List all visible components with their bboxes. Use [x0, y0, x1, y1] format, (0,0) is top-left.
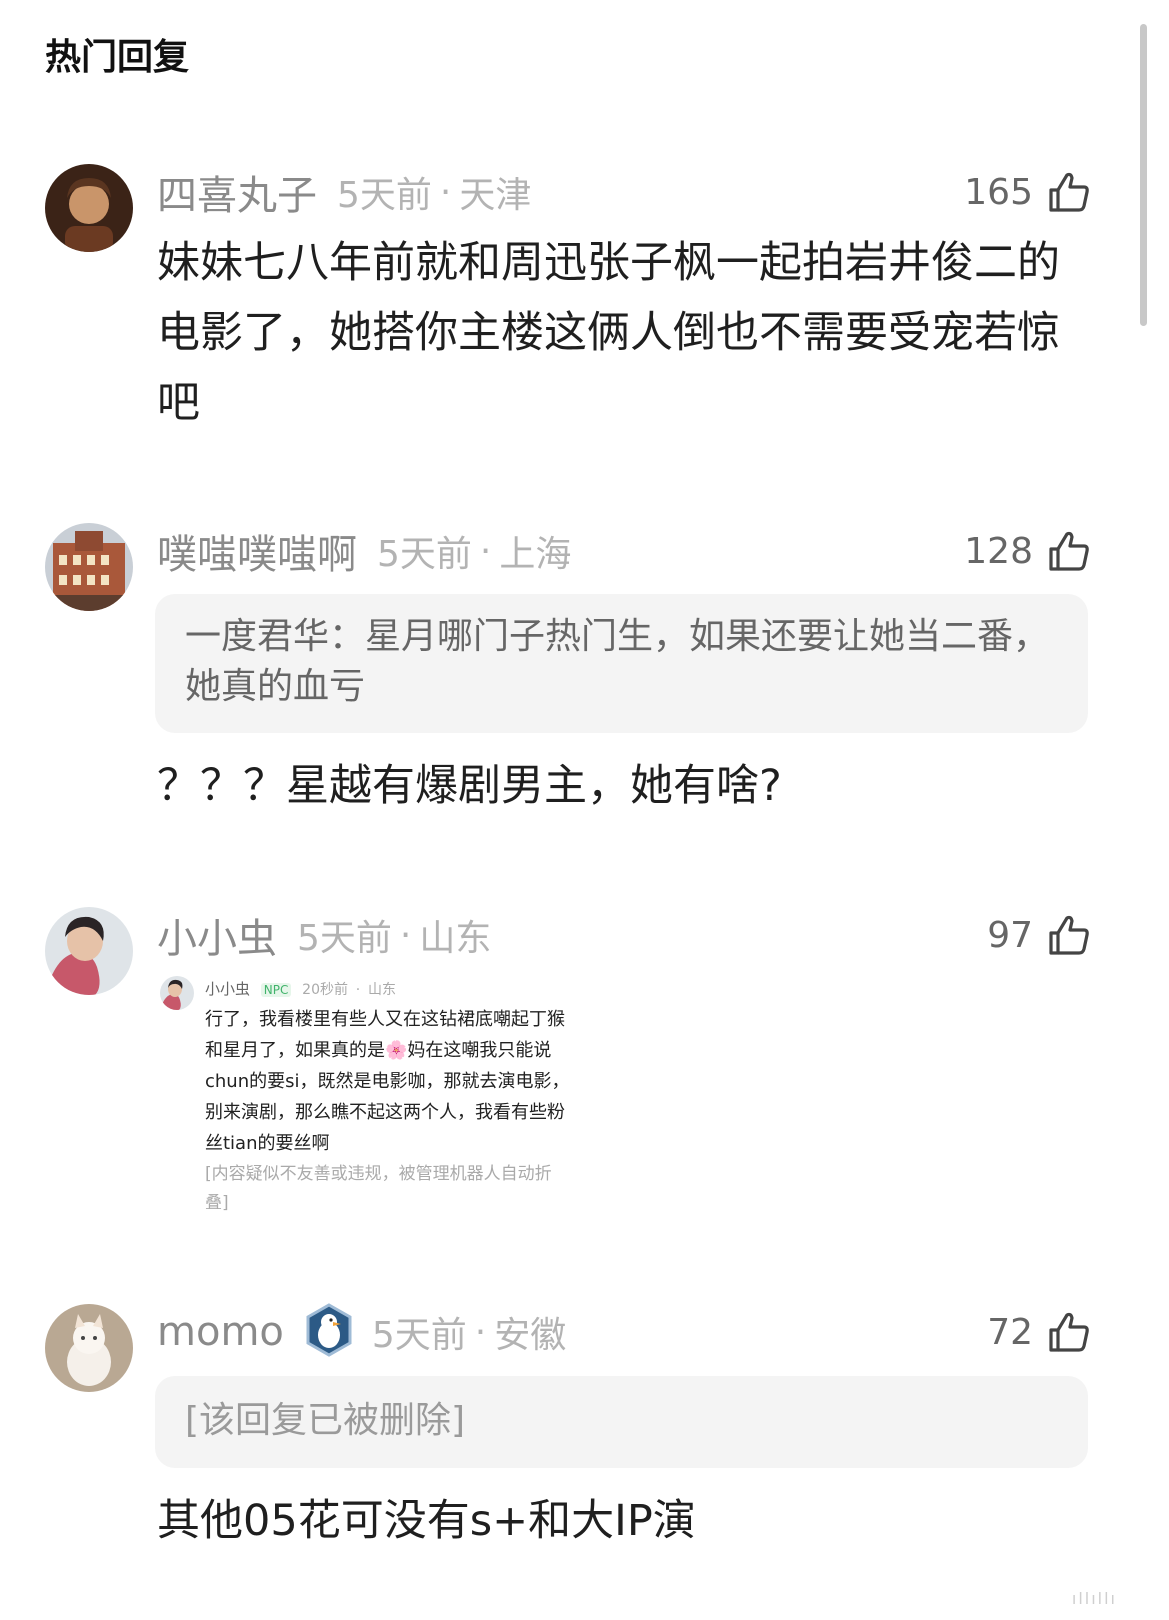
meta-separator: · — [439, 171, 452, 213]
avatar[interactable] — [45, 1304, 133, 1392]
comment-location: 山东 — [419, 918, 492, 959]
username[interactable]: 四喜丸子 — [157, 163, 317, 221]
meta-separator: · — [399, 914, 412, 956]
thumbs-up-icon — [1049, 915, 1089, 955]
comment-time: 5天前 — [377, 534, 472, 575]
npc-tag: NPC — [260, 983, 292, 997]
like-count: 97 — [987, 914, 1033, 956]
like-button[interactable]: 128 — [964, 523, 1091, 579]
thumbs-up-icon — [1049, 172, 1089, 212]
thumbs-up-icon — [1049, 1312, 1089, 1352]
penguin-badge-icon — [304, 1303, 354, 1361]
quoted-reply[interactable]: 一度君华：星月哪门子热门生，如果还要让她当二番，她真的血亏 — [155, 594, 1088, 733]
comment-body: ？？？星越有爆剧男主，她有啥? — [157, 761, 782, 811]
like-count: 165 — [964, 171, 1033, 213]
section-title: 热门回复 — [45, 37, 190, 78]
comment-location: 上海 — [499, 534, 572, 575]
folded-notice: [内容疑似不友善或违规，被管理机器人自动折叠] — [205, 1164, 552, 1213]
avatar[interactable] — [45, 907, 133, 995]
username[interactable]: momo — [157, 1309, 284, 1355]
avatar[interactable] — [45, 523, 133, 611]
like-button[interactable]: 72 — [987, 1304, 1091, 1360]
comment-location: 安徽 — [494, 1315, 567, 1356]
like-button[interactable]: 165 — [964, 164, 1091, 220]
comment-body: 其他05花可没有s+和大IP演 — [157, 1496, 696, 1546]
embedded-avatar — [160, 976, 194, 1010]
username[interactable]: 小小虫 — [157, 906, 277, 964]
embedded-screenshot[interactable]: 小小虫 NPC 20秒前 · 山东 行了，我看楼里有些人又在这钻裙底嘲起丁猴和星… — [160, 976, 580, 1216]
meta-separator: · — [479, 530, 492, 572]
like-button[interactable]: 97 — [987, 907, 1091, 963]
meta-separator: · — [474, 1311, 487, 1353]
deleted-reply-quote: [该回复已被删除] — [155, 1376, 1088, 1468]
thumbs-up-icon — [1049, 531, 1089, 571]
embedded-location: 山东 — [368, 982, 397, 998]
embedded-separator: · — [355, 982, 361, 998]
comment-body: 妹妹七八年前就和周迅张子枫一起拍岩井俊二的电影了，她搭你主楼这俩人倒也不需要受宠… — [157, 238, 1060, 428]
scrollbar[interactable] — [1140, 24, 1147, 326]
comment-time: 5天前 — [371, 1315, 467, 1356]
comment-time: 5天前 — [297, 918, 392, 959]
comment-time: 5天前 — [337, 175, 432, 216]
username[interactable]: 噗嗤噗嗤啊 — [157, 522, 357, 580]
embedded-username: 小小虫 — [205, 980, 251, 998]
avatar[interactable] — [45, 164, 133, 252]
like-count: 128 — [964, 530, 1033, 572]
embedded-time: 20秒前 — [302, 982, 348, 998]
watermark: ıllıllı — [1071, 1589, 1117, 1608]
like-count: 72 — [987, 1311, 1033, 1353]
embedded-body: 行了，我看楼里有些人又在这钻裙底嘲起丁猴和星月了，如果真的是🌸妈在这嘲我只能说c… — [205, 1009, 570, 1154]
comment-location: 天津 — [459, 175, 532, 216]
